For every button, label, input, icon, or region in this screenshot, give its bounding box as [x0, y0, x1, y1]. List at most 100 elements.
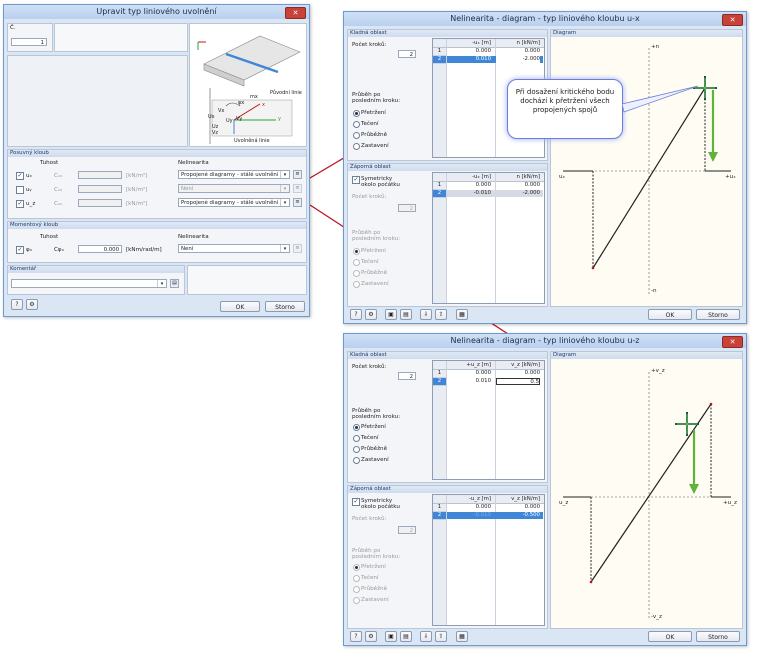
radio-break[interactable]	[353, 110, 360, 117]
help-button[interactable]: ?	[350, 309, 362, 320]
ux-checkbox[interactable]: ✓	[16, 172, 24, 180]
radio-creep[interactable]	[353, 435, 360, 442]
radio-break[interactable]	[353, 248, 360, 255]
col-v-header: n [kN/m]	[516, 40, 540, 46]
cell-u[interactable]: 0.000	[447, 48, 491, 55]
cell-v[interactable]: -2.000	[496, 190, 540, 197]
export-button[interactable]: ⇧	[435, 309, 447, 320]
export-button[interactable]: ⇧	[435, 631, 447, 642]
radio-stop[interactable]	[353, 457, 360, 464]
positive-table[interactable]: +u_z [m] v_z [kN/m] 1 0.000 0.000 2 0.01…	[432, 360, 545, 480]
row-number[interactable]: 1	[433, 370, 446, 378]
cell-u[interactable]: 0.010	[447, 56, 491, 63]
row-number[interactable]: 2	[433, 190, 446, 198]
col-u-header: -u_z [m]	[468, 496, 491, 502]
cell-v[interactable]: 0.000	[496, 370, 540, 377]
phix-checkbox[interactable]: ✓	[16, 246, 24, 254]
radio-break[interactable]	[353, 564, 360, 571]
comment-input[interactable]: ▾	[11, 279, 167, 288]
import-button[interactable]: ⇩	[420, 631, 432, 642]
ux-edit-diagram-button[interactable]: ≡	[293, 170, 302, 179]
row-number[interactable]: 1	[433, 504, 446, 512]
negative-table[interactable]: -u_z [m] v_z [kN/m] 1 0.000 0.000 2 -0.0…	[432, 494, 545, 626]
open-button[interactable]: ▣	[385, 631, 397, 642]
settings-button[interactable]: ⚙	[26, 299, 38, 310]
cell-v[interactable]: -0.500	[496, 512, 540, 519]
open-button[interactable]: ▣	[385, 309, 397, 320]
cell-u[interactable]: 0.000	[447, 182, 491, 189]
units-button[interactable]: ⚙	[365, 631, 377, 642]
ok-button[interactable]: OK	[220, 301, 260, 312]
help-button[interactable]: ?	[350, 631, 362, 642]
radio-continuous[interactable]	[353, 132, 360, 139]
table-button[interactable]: ▦	[456, 631, 468, 642]
cancel-button[interactable]: Storno	[696, 309, 740, 320]
cell-v[interactable]: -2.000	[496, 56, 540, 63]
save-button[interactable]: ▤	[400, 631, 412, 642]
close-button[interactable]: ✕	[722, 336, 743, 348]
section-title: Diagram	[551, 30, 742, 37]
units-button[interactable]: ⚙	[365, 309, 377, 320]
radio-creep[interactable]	[353, 259, 360, 266]
cell-v[interactable]: 0.000	[496, 48, 540, 55]
steps-stepper[interactable]: 2	[398, 204, 416, 212]
uy-edit-diagram-button[interactable]: ≡	[293, 184, 302, 193]
uz-nonlinearity-select[interactable]: Propojené diagramy - stálé uvolnění ▾	[178, 198, 290, 207]
cell-u[interactable]: 0.000	[447, 370, 491, 377]
radio-break[interactable]	[353, 424, 360, 431]
cphix-field[interactable]: 0.000	[78, 245, 122, 253]
import-button[interactable]: ⇩	[420, 309, 432, 320]
radio-stop[interactable]	[353, 281, 360, 288]
cell-v[interactable]: 0.5	[496, 378, 540, 385]
steps-stepper[interactable]: 2	[398, 50, 416, 58]
cancel-button[interactable]: Storno	[265, 301, 305, 312]
steps-stepper[interactable]: 2	[398, 372, 416, 380]
number-field[interactable]: 1	[11, 38, 47, 46]
save-button[interactable]: ▤	[400, 309, 412, 320]
radio-continuous[interactable]	[353, 270, 360, 277]
chevron-down-icon: ▾	[280, 245, 289, 252]
uz-checkbox[interactable]: ✓	[16, 200, 24, 208]
cell-u[interactable]: -0.010	[447, 512, 491, 519]
radio-continuous[interactable]	[353, 586, 360, 593]
uy-checkbox[interactable]	[16, 186, 24, 194]
close-button[interactable]: ✕	[285, 7, 306, 19]
cell-u[interactable]: -0.010	[447, 190, 491, 197]
radio-stop[interactable]	[353, 143, 360, 150]
ok-button[interactable]: OK	[648, 309, 692, 320]
uy-nonlinearity-select[interactable]: Není ▾	[178, 184, 290, 193]
table-button[interactable]: ▦	[456, 309, 468, 320]
cux-field[interactable]	[78, 171, 122, 179]
help-button[interactable]: ?	[11, 299, 23, 310]
steps-stepper[interactable]: 2	[398, 526, 416, 534]
phix-nonlinearity-select[interactable]: Není ▾	[178, 244, 290, 253]
ok-button[interactable]: OK	[648, 631, 692, 642]
uz-edit-diagram-button[interactable]: ≡	[293, 198, 302, 207]
row-number[interactable]: 1	[433, 182, 446, 190]
radio-creep[interactable]	[353, 575, 360, 582]
phix-edit-diagram-button[interactable]: ≡	[293, 244, 302, 253]
cell-v[interactable]: 0.000	[496, 182, 540, 189]
row-number[interactable]: 2	[433, 512, 446, 520]
close-button[interactable]: ✕	[722, 14, 743, 26]
cell-v[interactable]: 0.000	[496, 504, 540, 511]
cuy-field[interactable]	[78, 185, 122, 193]
option-continuous: Průběžně	[361, 132, 388, 138]
cancel-button[interactable]: Storno	[696, 631, 740, 642]
cuz-field[interactable]	[78, 199, 122, 207]
cell-u[interactable]: 0.010	[447, 378, 491, 385]
cell-u[interactable]: 0.000	[447, 504, 491, 511]
negative-table[interactable]: -uₓ [m] n [kN/m] 1 0.000 0.000 2 -0.010 …	[432, 172, 545, 304]
row-number[interactable]: 2	[433, 56, 446, 64]
radio-creep[interactable]	[353, 121, 360, 128]
row-number[interactable]: 1	[433, 48, 446, 56]
ux-nonlinearity-select[interactable]: Propojené diagramy - stálé uvolnění ▾	[178, 170, 290, 179]
symmetric-checkbox[interactable]: ✓	[352, 176, 360, 184]
comment-library-button[interactable]: ▤	[170, 279, 179, 288]
description-field[interactable]	[54, 23, 188, 52]
radio-continuous[interactable]	[353, 446, 360, 453]
radio-stop[interactable]	[353, 597, 360, 604]
row-number[interactable]: 2	[433, 378, 446, 386]
callout-pointer	[622, 85, 699, 113]
symmetric-checkbox[interactable]: ✓	[352, 498, 360, 506]
